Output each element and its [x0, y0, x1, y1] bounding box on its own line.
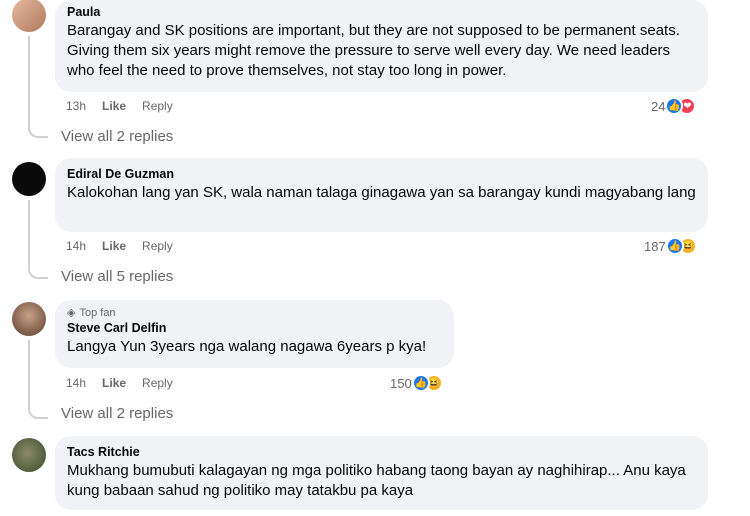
avatar[interactable]	[12, 162, 46, 196]
comment-author[interactable]: Steve Carl Delfin	[67, 320, 442, 337]
comment-bubble: Tacs Ritchie Mukhang bumubuti kalagayan …	[55, 436, 708, 510]
thread-connector	[28, 340, 48, 419]
reply-button[interactable]: Reply	[142, 376, 173, 390]
thread-connector	[28, 200, 48, 279]
comment-steve: ◈ Top fan Steve Carl Delfin Langya Yun 3…	[0, 300, 750, 430]
like-reaction-icon: 👍	[411, 374, 430, 392]
like-button[interactable]: Like	[102, 239, 126, 253]
comment-time[interactable]: 13h	[66, 99, 86, 113]
comment-ediral: Ediral De Guzman Kalokohan lang yan SK, …	[0, 158, 750, 298]
avatar[interactable]	[12, 302, 46, 336]
comment-text: Langya Yun 3years nga walang nagawa 6yea…	[67, 338, 427, 355]
like-button[interactable]: Like	[102, 376, 126, 390]
comment-bubble: Paula Barangay and SK positions are impo…	[55, 0, 708, 92]
top-fan-badge: ◈ Top fan	[67, 306, 442, 320]
reaction-summary[interactable]: 24 👍 ❤	[651, 97, 697, 115]
comment-text: Barangay and SK positions are important,…	[67, 22, 680, 79]
view-replies-link[interactable]: View all 5 replies	[61, 268, 173, 285]
reaction-summary[interactable]: 187 👍 😆	[644, 237, 697, 255]
top-fan-label: Top fan	[79, 306, 116, 319]
comment-time[interactable]: 14h	[66, 376, 86, 390]
reply-button[interactable]: Reply	[142, 239, 173, 253]
reply-button[interactable]: Reply	[142, 99, 173, 113]
thread-connector	[28, 36, 48, 138]
avatar[interactable]	[12, 438, 46, 472]
comment-author[interactable]: Paula	[67, 4, 696, 21]
comment-author[interactable]: Tacs Ritchie	[67, 444, 696, 461]
view-replies-link[interactable]: View all 2 replies	[61, 405, 173, 422]
comment-bubble: ◈ Top fan Steve Carl Delfin Langya Yun 3…	[55, 300, 454, 368]
avatar[interactable]	[12, 0, 46, 32]
like-reaction-icon: 👍	[665, 237, 684, 255]
reaction-summary[interactable]: 150 👍 😆	[390, 374, 443, 392]
comment-text: Kalokohan lang yan SK, wala naman talaga…	[67, 184, 696, 201]
comment-actions: 13h Like Reply	[66, 99, 173, 113]
comment-author[interactable]: Ediral De Guzman	[67, 166, 696, 183]
comment-actions: 14h Like Reply	[66, 376, 173, 390]
reaction-count: 24	[651, 98, 666, 114]
comment-tacs: Tacs Ritchie Mukhang bumubuti kalagayan …	[0, 436, 750, 516]
comment-time[interactable]: 14h	[66, 239, 86, 253]
like-button[interactable]: Like	[102, 99, 126, 113]
reaction-count: 187	[644, 238, 666, 254]
view-replies-link[interactable]: View all 2 replies	[61, 128, 173, 145]
diamond-icon: ◈	[67, 307, 76, 319]
comment-bubble: Ediral De Guzman Kalokohan lang yan SK, …	[55, 158, 708, 232]
comment-paula: Paula Barangay and SK positions are impo…	[0, 0, 750, 150]
reaction-count: 150	[390, 375, 412, 391]
comment-actions: 14h Like Reply	[66, 239, 173, 253]
comment-text: Mukhang bumubuti kalagayan ng mga politi…	[67, 462, 686, 499]
